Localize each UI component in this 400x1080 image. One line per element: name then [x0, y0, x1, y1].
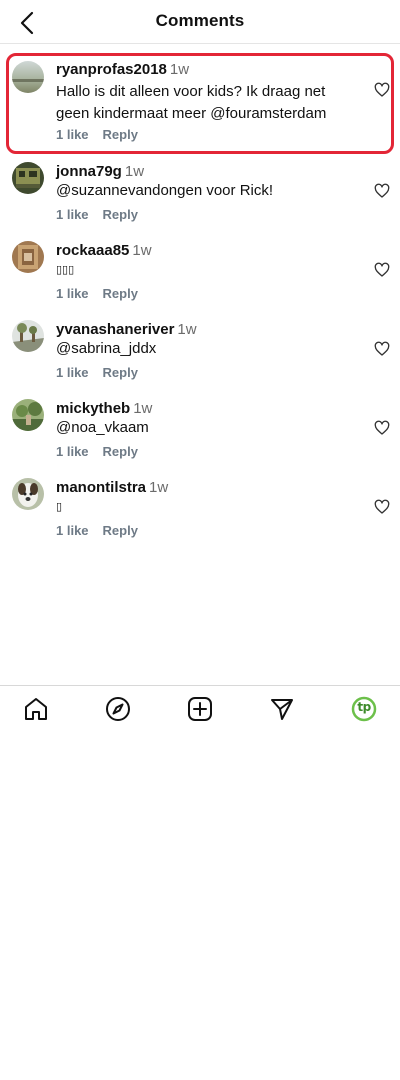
comment-actions: 1 like Reply — [56, 286, 152, 301]
like-count[interactable]: 1 like — [56, 127, 89, 142]
comment-username[interactable]: yvanashaneriver — [56, 321, 174, 338]
comment-header: mickytheb 1w — [56, 399, 152, 419]
comment-text: ▯ — [56, 500, 63, 513]
reply-button[interactable]: Reply — [103, 365, 138, 380]
comment-username[interactable]: mickytheb — [56, 400, 130, 417]
comment-time: 1w — [169, 61, 190, 78]
like-count[interactable]: 1 like — [56, 365, 89, 380]
heart-icon[interactable] — [374, 183, 390, 199]
header-bar: Comments — [0, 0, 400, 44]
comment-username[interactable]: rockaaa85 — [56, 242, 129, 259]
direct-message-icon[interactable] — [269, 696, 295, 722]
avatar[interactable] — [12, 241, 44, 273]
comment-header: yvanashaneriver 1w — [56, 320, 197, 340]
profile-initials: tp — [357, 700, 371, 714]
comment-time: 1w — [132, 242, 152, 259]
reply-button[interactable]: Reply — [103, 444, 138, 459]
comment-text: @suzannevandongen voor Rick! — [56, 182, 274, 199]
like-count[interactable]: 1 like — [56, 523, 89, 538]
comment-username[interactable]: manontilstra — [56, 479, 146, 496]
reply-button[interactable]: Reply — [103, 207, 138, 222]
heart-icon[interactable] — [374, 82, 390, 98]
comment-username[interactable]: ryanprofas2018 — [56, 61, 167, 78]
comment-actions: 1 like Reply — [56, 365, 152, 380]
comment-time: 1w — [133, 400, 153, 417]
avatar[interactable] — [12, 399, 44, 431]
comment-time: 1w — [177, 321, 197, 338]
heart-icon[interactable] — [374, 262, 390, 278]
like-count[interactable]: 1 like — [56, 444, 89, 459]
comment-username[interactable]: jonna79g — [56, 163, 122, 180]
comment-header: jonna79g 1w — [56, 162, 144, 182]
comment-text: @sabrina_jddx — [56, 340, 157, 357]
avatar[interactable] — [12, 478, 44, 510]
avatar[interactable] — [12, 61, 44, 93]
comment-item: mickytheb 1w @noa_vkaam 1 like Reply — [0, 395, 400, 474]
comment-time: 1w — [124, 163, 145, 180]
reply-button[interactable]: Reply — [103, 523, 138, 538]
comment-item: manontilstra 1w ▯ 1 like Reply — [0, 474, 400, 553]
like-count[interactable]: 1 like — [56, 207, 89, 222]
comment-actions: 1 like Reply — [56, 207, 152, 222]
comment-text: ▯▯▯ — [56, 263, 75, 276]
comment-header: ryanprofas2018 1w — [56, 60, 189, 80]
bottom-nav: tp — [0, 685, 400, 731]
comment-header: rockaaa85 1w — [56, 241, 152, 261]
heart-icon[interactable] — [374, 499, 390, 515]
reply-button[interactable]: Reply — [103, 286, 138, 301]
heart-icon[interactable] — [374, 341, 390, 357]
comment-actions: 1 like Reply — [56, 127, 152, 142]
new-post-icon[interactable] — [187, 696, 213, 722]
page-title: Comments — [155, 11, 245, 30]
comment-item: yvanashaneriver 1w @sabrina_jddx 1 like Re… — [0, 316, 400, 395]
reply-button[interactable]: Reply — [103, 127, 138, 142]
comment-time: 1w — [149, 479, 169, 496]
comment-actions: 1 like Reply — [56, 444, 152, 459]
heart-icon[interactable] — [374, 420, 390, 436]
explore-compass-icon[interactable] — [105, 696, 131, 722]
home-icon[interactable] — [23, 696, 49, 722]
comment-item: rockaaa85 1w ▯▯▯ 1 like Reply — [0, 237, 400, 316]
comment-item: ryanprofas2018 1w Hallo is dit alleen voo… — [0, 53, 400, 154]
avatar[interactable] — [12, 162, 44, 194]
comment-header: manontilstra 1w — [56, 478, 168, 498]
like-count[interactable]: 1 like — [56, 286, 89, 301]
profile-avatar[interactable]: tp — [351, 696, 377, 722]
comment-item: jonna79g 1w @suzannevandongen voor Rick! … — [0, 158, 400, 237]
comment-text: Hallo is dit alleen voor kids? Ik draag … — [56, 83, 327, 122]
avatar[interactable] — [12, 320, 44, 352]
comment-text: @noa_vkaam — [56, 419, 149, 436]
comment-actions: 1 like Reply — [56, 523, 152, 538]
